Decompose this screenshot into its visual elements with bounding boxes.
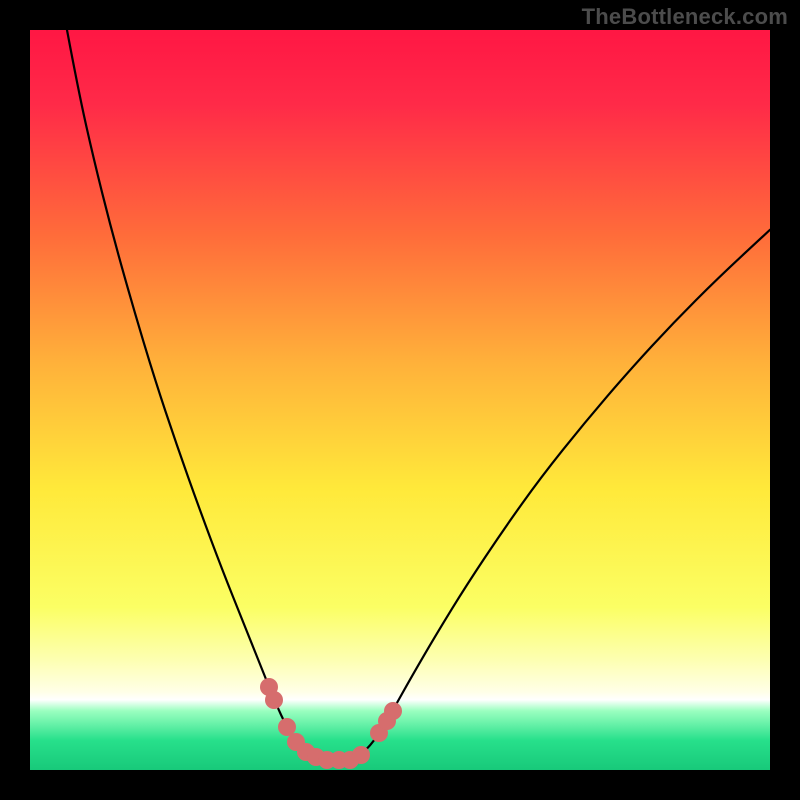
watermark-text: TheBottleneck.com [582, 4, 788, 30]
chart-frame: TheBottleneck.com [0, 0, 800, 800]
data-marker [352, 746, 370, 764]
markers-layer [30, 30, 770, 770]
plot-area [30, 30, 770, 770]
data-marker [384, 702, 402, 720]
data-marker [265, 691, 283, 709]
